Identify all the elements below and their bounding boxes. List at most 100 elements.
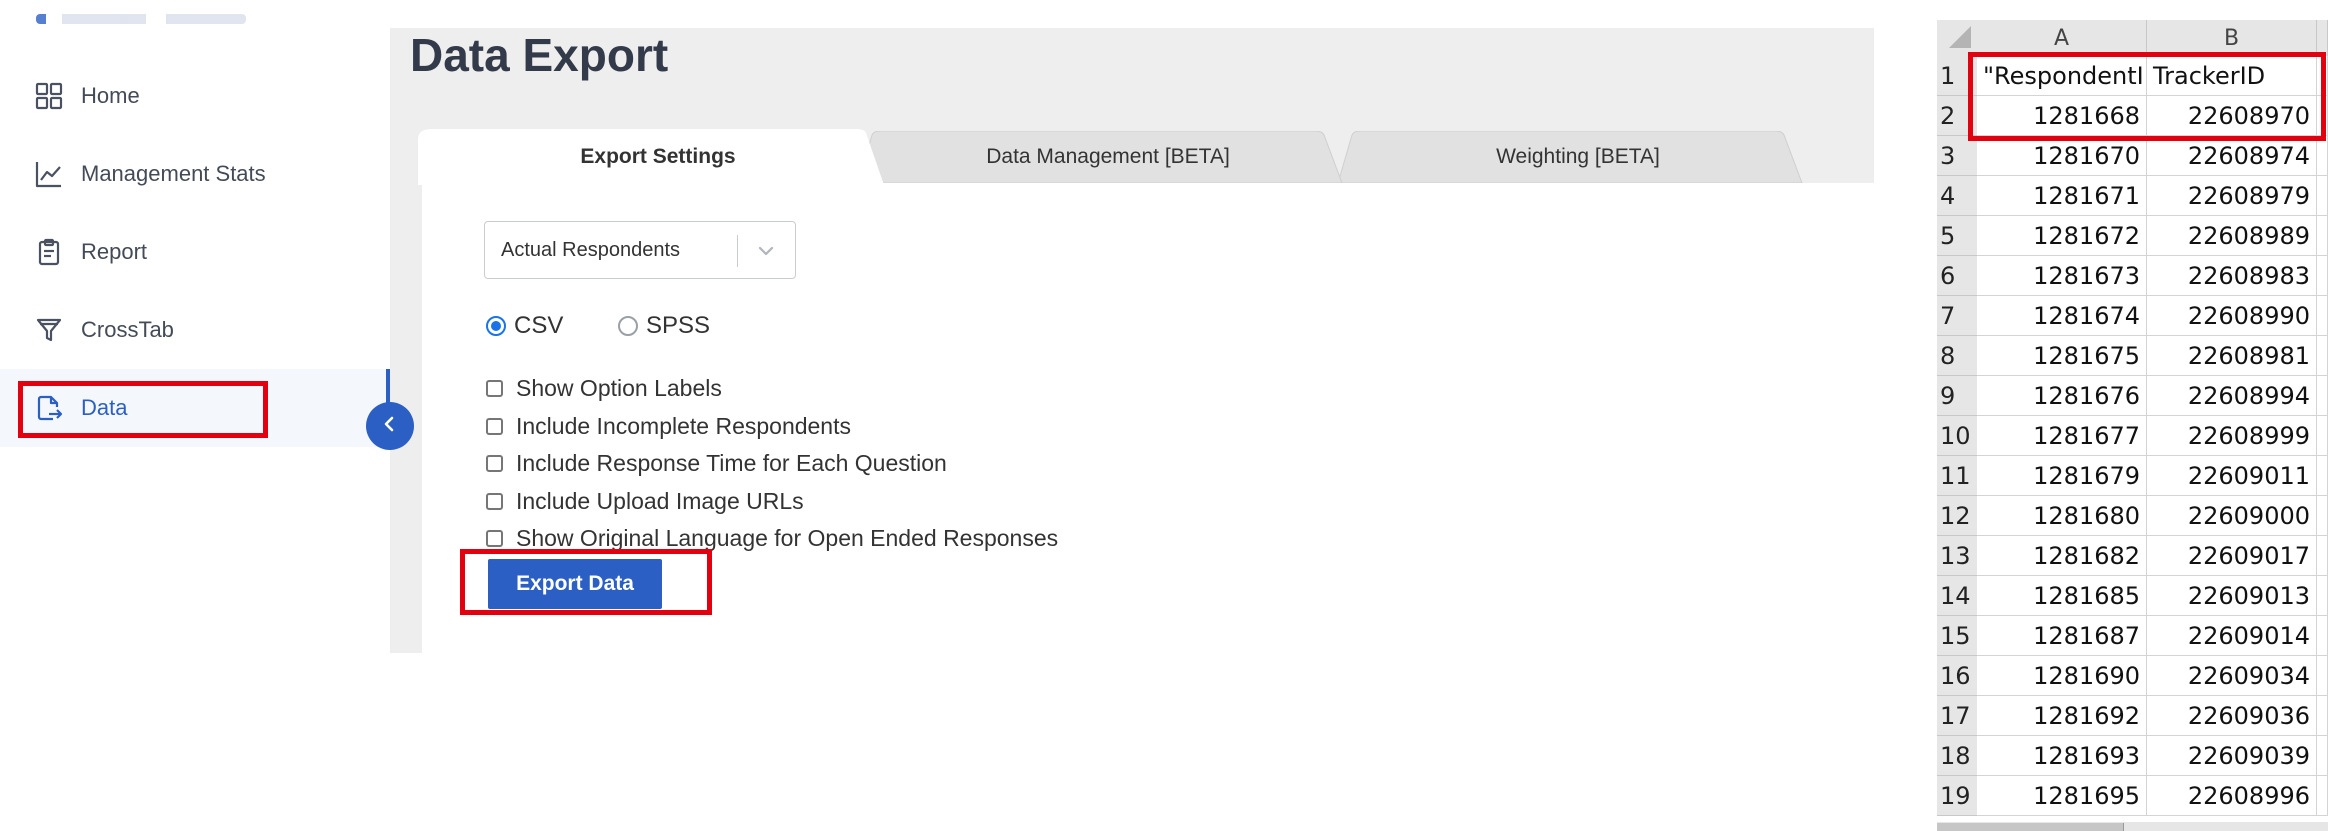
row-header[interactable]: 6 — [1937, 256, 1977, 296]
cell-c[interactable] — [2317, 296, 2328, 336]
checkbox-include-response-time[interactable]: Include Response Time for Each Question — [486, 448, 947, 478]
row-header[interactable]: 10 — [1937, 416, 1977, 456]
cell-a[interactable]: 1281690 — [1977, 656, 2147, 696]
radio-button[interactable] — [486, 316, 506, 336]
cell-a[interactable]: 1281680 — [1977, 496, 2147, 536]
sidebar-item-crosstab[interactable]: CrossTab — [0, 291, 390, 369]
cell-a[interactable]: 1281675 — [1977, 336, 2147, 376]
cell-a[interactable]: 1281695 — [1977, 776, 2147, 816]
row-header[interactable]: 2 — [1937, 96, 1977, 136]
row-header[interactable]: 17 — [1937, 696, 1977, 736]
cell-c[interactable] — [2317, 256, 2328, 296]
export-data-button[interactable]: Export Data — [488, 559, 662, 609]
cell-b[interactable]: TrackerID — [2147, 56, 2317, 96]
cell-c[interactable] — [2317, 616, 2328, 656]
cell-c[interactable] — [2317, 376, 2328, 416]
cell-b[interactable]: 22608983 — [2147, 256, 2317, 296]
cell-a[interactable]: 1281692 — [1977, 696, 2147, 736]
cell-c[interactable] — [2317, 336, 2328, 376]
row-header[interactable]: 3 — [1937, 136, 1977, 176]
tab-weighting[interactable]: Weighting [BETA] — [1338, 131, 1818, 183]
column-header-a[interactable]: A — [1977, 20, 2147, 56]
cell-c[interactable] — [2317, 776, 2328, 816]
cell-a[interactable]: 1281673 — [1977, 256, 2147, 296]
cell-c[interactable] — [2317, 416, 2328, 456]
checkbox[interactable] — [486, 529, 503, 547]
tab-export-settings[interactable]: Export Settings — [418, 129, 898, 185]
radio-button[interactable] — [618, 316, 638, 336]
cell-c[interactable] — [2317, 736, 2328, 776]
row-header[interactable]: 8 — [1937, 336, 1977, 376]
cell-a[interactable]: 1281676 — [1977, 376, 2147, 416]
checkbox[interactable] — [486, 492, 503, 510]
checkbox[interactable] — [486, 379, 503, 397]
cell-c[interactable] — [2317, 136, 2328, 176]
checkbox[interactable] — [486, 417, 503, 435]
cell-b[interactable]: 22609013 — [2147, 576, 2317, 616]
checkbox-include-incomplete[interactable]: Include Incomplete Respondents — [486, 411, 851, 441]
column-header-c[interactable] — [2317, 20, 2328, 56]
row-header[interactable]: 5 — [1937, 216, 1977, 256]
cell-b[interactable]: 22608996 — [2147, 776, 2317, 816]
sidebar-item-report[interactable]: Report — [0, 213, 390, 291]
cell-b[interactable]: 22608974 — [2147, 136, 2317, 176]
cell-b[interactable]: 22609017 — [2147, 536, 2317, 576]
checkbox-include-upload-urls[interactable]: Include Upload Image URLs — [486, 486, 804, 516]
cell-b[interactable]: 22608994 — [2147, 376, 2317, 416]
checkbox[interactable] — [486, 454, 503, 472]
cell-a[interactable]: 1281671 — [1977, 176, 2147, 216]
cell-c[interactable] — [2317, 656, 2328, 696]
row-header[interactable]: 11 — [1937, 456, 1977, 496]
cell-b[interactable]: 22609011 — [2147, 456, 2317, 496]
cell-b[interactable]: 22608990 — [2147, 296, 2317, 336]
cell-b[interactable]: 22609036 — [2147, 696, 2317, 736]
row-header[interactable]: 13 — [1937, 536, 1977, 576]
format-radio-spss[interactable]: SPSS — [618, 311, 710, 341]
cell-b[interactable]: 22608970 — [2147, 96, 2317, 136]
respondent-select[interactable]: Actual Respondents — [484, 221, 796, 279]
cell-a[interactable]: 1281677 — [1977, 416, 2147, 456]
row-header[interactable]: 12 — [1937, 496, 1977, 536]
column-header-b[interactable]: B — [2147, 20, 2317, 56]
cell-c[interactable] — [2317, 496, 2328, 536]
cell-a[interactable]: 1281682 — [1977, 536, 2147, 576]
tab-data-management[interactable]: Data Management [BETA] — [858, 131, 1358, 183]
checkbox-show-original-language[interactable]: Show Original Language for Open Ended Re… — [486, 523, 1058, 553]
sidebar-item-data[interactable]: Data — [0, 369, 390, 447]
cell-a[interactable]: 1281687 — [1977, 616, 2147, 656]
cell-b[interactable]: 22608981 — [2147, 336, 2317, 376]
cell-a[interactable]: 1281674 — [1977, 296, 2147, 336]
cell-b[interactable]: 22608989 — [2147, 216, 2317, 256]
row-header[interactable]: 19 — [1937, 776, 1977, 816]
cell-a[interactable]: 1281672 — [1977, 216, 2147, 256]
row-header[interactable]: 15 — [1937, 616, 1977, 656]
cell-b[interactable]: 22609039 — [2147, 736, 2317, 776]
cell-c[interactable] — [2317, 456, 2328, 496]
cell-a[interactable]: 1281685 — [1977, 576, 2147, 616]
cell-a[interactable]: 1281693 — [1977, 736, 2147, 776]
sidebar-item-management-stats[interactable]: Management Stats — [0, 135, 390, 213]
sidebar-item-home[interactable]: Home — [0, 57, 390, 135]
cell-c[interactable] — [2317, 576, 2328, 616]
row-header[interactable]: 9 — [1937, 376, 1977, 416]
cell-a[interactable]: 1281668 — [1977, 96, 2147, 136]
cell-b[interactable]: 22608999 — [2147, 416, 2317, 456]
cell-c[interactable] — [2317, 176, 2328, 216]
row-header[interactable]: 18 — [1937, 736, 1977, 776]
cell-b[interactable]: 22609014 — [2147, 616, 2317, 656]
cell-c[interactable] — [2317, 696, 2328, 736]
cell-c[interactable] — [2317, 216, 2328, 256]
row-header[interactable]: 14 — [1937, 576, 1977, 616]
cell-b[interactable]: 22609034 — [2147, 656, 2317, 696]
cell-b[interactable]: 22608979 — [2147, 176, 2317, 216]
cell-a[interactable]: 1281679 — [1977, 456, 2147, 496]
collapse-sidebar-button[interactable] — [366, 402, 414, 450]
cell-c[interactable] — [2317, 536, 2328, 576]
cell-c[interactable] — [2317, 56, 2328, 96]
cell-c[interactable] — [2317, 96, 2328, 136]
format-radio-csv[interactable]: CSV — [486, 311, 563, 341]
horizontal-scrollbar-thumb[interactable] — [1937, 823, 2124, 831]
cell-a[interactable]: 1281670 — [1977, 136, 2147, 176]
cell-a[interactable]: "RespondentID" — [1977, 56, 2147, 96]
checkbox-show-option-labels[interactable]: Show Option Labels — [486, 373, 722, 403]
